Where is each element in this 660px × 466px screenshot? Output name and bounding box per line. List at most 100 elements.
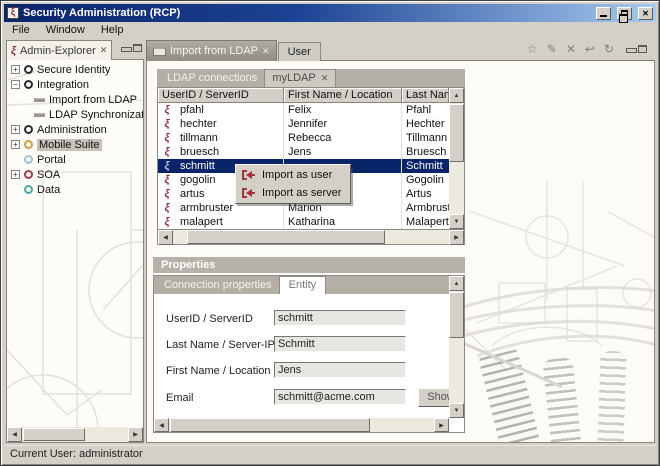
scroll-right-icon[interactable]: ▶ (434, 418, 449, 432)
table-row[interactable]: ξ hechter Jennifer Hechter (158, 117, 449, 131)
menu-import-as-server[interactable]: Import as server (237, 184, 349, 202)
tree-item-ldap-synchronization[interactable]: LDAP Synchronization (7, 107, 143, 122)
tree-item-soa[interactable]: + SOA (7, 167, 143, 182)
title-bar: ξ Security Administration (RCP) ✕ (4, 4, 656, 23)
scroll-down-icon[interactable]: ▼ (449, 403, 464, 418)
module-icon (24, 155, 33, 164)
expand-icon[interactable]: + (11, 170, 20, 179)
import-user-icon (242, 170, 256, 180)
table-row[interactable]: ξ tillmann Rebecca Tillmann (158, 131, 449, 145)
userid-field[interactable] (274, 310, 406, 326)
pin-icon[interactable]: ✎ (547, 42, 557, 56)
app-window: ξ Security Administration (RCP) ✕ File W… (0, 0, 660, 466)
scroll-left-icon[interactable]: ◀ (7, 427, 22, 442)
properties-title: Properties (153, 257, 465, 273)
maximize-view-icon[interactable] (133, 43, 142, 52)
lastname-field[interactable] (274, 336, 406, 352)
lastname-label: Last Name / Server-IP (166, 339, 275, 351)
close-window-icon[interactable]: ✕ (638, 6, 653, 20)
table-header: UserID / ServerID First Name / Location … (158, 88, 449, 103)
table-horizontal-scrollbar[interactable]: ◀ ▶ (157, 230, 465, 245)
import-icon[interactable]: ↩ (585, 42, 595, 56)
editor-toolbar: ☆ ✎ ✕ ↩ ↻ (520, 40, 655, 61)
tab-import-from-ldap[interactable]: Import from LDAP ✕ (146, 40, 277, 61)
refresh-icon[interactable]: ↻ (604, 42, 614, 56)
menu-window[interactable]: Window (38, 23, 93, 38)
tree-item-data[interactable]: Data (7, 182, 143, 197)
module-icon (24, 80, 33, 89)
delete-icon[interactable]: ✕ (566, 42, 576, 56)
email-field[interactable] (274, 389, 406, 405)
menu-file[interactable]: File (4, 23, 38, 38)
column-userid[interactable]: UserID / ServerID (158, 88, 284, 103)
module-icon (24, 185, 33, 194)
tab-admin-explorer[interactable]: ξ Admin-Explorer ✕ (6, 40, 113, 60)
userid-label: UserID / ServerID (166, 313, 253, 325)
editor-icon (153, 46, 166, 56)
import-server-icon (242, 188, 256, 198)
properties-panel: Connection properties Entity UserID / Se… (153, 275, 465, 433)
scroll-up-icon[interactable]: ▲ (449, 88, 464, 103)
collapse-icon[interactable]: − (11, 80, 20, 89)
favorites-icon[interactable]: ☆ (527, 42, 538, 56)
scroll-up-icon[interactable]: ▲ (449, 276, 464, 291)
scroll-right-icon[interactable]: ▶ (128, 427, 143, 442)
tab-connection-properties[interactable]: Connection properties (157, 277, 279, 294)
close-view-icon[interactable]: ✕ (100, 45, 108, 56)
tab-admin-explorer-label: Admin-Explorer (19, 44, 96, 57)
table-vertical-scrollbar[interactable]: ▲ ▼ (449, 88, 464, 229)
firstname-field[interactable] (274, 362, 406, 378)
user-icon: ξ (164, 132, 170, 144)
scroll-left-icon[interactable]: ◀ (154, 418, 169, 432)
properties-horizontal-scrollbar[interactable]: ◀ ▶ (154, 418, 449, 432)
minimize-window-icon[interactable] (596, 6, 611, 20)
minimize-view-icon[interactable] (121, 44, 132, 52)
close-myldap-icon[interactable]: ✕ (321, 73, 329, 84)
table-row[interactable]: ξ malapert Katharina Malapert (158, 215, 449, 229)
explorer-horizontal-scrollbar[interactable]: ◀ ▶ (7, 427, 143, 442)
user-icon: ξ (164, 146, 170, 158)
table-row[interactable]: ξ bruesch Jens Bruesch (158, 145, 449, 159)
user-icon: ξ (164, 202, 170, 214)
tab-user[interactable]: User (277, 42, 321, 61)
expand-icon[interactable]: + (11, 125, 20, 134)
tree-item-integration[interactable]: − Integration (7, 77, 143, 92)
ldap-user-table: UserID / ServerID First Name / Location … (157, 87, 465, 230)
column-lastname[interactable]: Last Name (402, 88, 449, 103)
email-label: Email (166, 392, 194, 404)
restore-window-icon[interactable] (617, 6, 632, 23)
admin-explorer-tree: + Secure Identity − Integration Import f… (7, 62, 143, 197)
table-row[interactable]: ξ pfahl Felix Pfahl (158, 103, 449, 117)
user-icon: ξ (164, 160, 170, 172)
user-icon: ξ (164, 174, 170, 186)
workspace: ξ Admin-Explorer ✕ + Secure Identity − I… (4, 39, 656, 445)
tree-item-mobile-suite[interactable]: + Mobile Suite (7, 137, 143, 152)
scroll-right-icon[interactable]: ▶ (449, 230, 464, 245)
tree-item-administration[interactable]: + Administration (7, 122, 143, 137)
menu-help[interactable]: Help (93, 23, 132, 38)
window-title: Security Administration (RCP) (23, 7, 181, 19)
firstname-label: First Name / Location (166, 365, 271, 377)
close-editor-icon[interactable]: ✕ (262, 46, 270, 57)
scroll-left-icon[interactable]: ◀ (158, 230, 173, 245)
menu-import-as-user[interactable]: Import as user (237, 166, 349, 184)
properties-vertical-scrollbar[interactable]: ▲ ▼ (449, 276, 464, 418)
module-icon (24, 170, 33, 179)
column-firstname[interactable]: First Name / Location (284, 88, 402, 103)
expand-icon[interactable]: + (11, 140, 20, 149)
expand-icon[interactable]: + (11, 65, 20, 74)
admin-explorer-header: ξ Admin-Explorer ✕ (6, 40, 144, 60)
ldap-folder-tabs: LDAP connections myLDAP ✕ (157, 69, 465, 87)
tab-myldap[interactable]: myLDAP ✕ (264, 69, 337, 87)
minimize-editor-icon[interactable] (626, 45, 637, 53)
scroll-down-icon[interactable]: ▼ (449, 214, 464, 229)
tab-entity[interactable]: Entity (278, 276, 327, 294)
action-icon (34, 97, 45, 102)
tree-item-portal[interactable]: Portal (7, 152, 143, 167)
tree-item-secure-identity[interactable]: + Secure Identity (7, 62, 143, 77)
tab-ldap-connections[interactable]: LDAP connections (160, 70, 264, 87)
tree-item-import-from-ldap[interactable]: Import from LDAP (7, 92, 143, 107)
ldap-connections-group: LDAP connections myLDAP ✕ UserID / Serve… (157, 69, 465, 245)
maximize-editor-icon[interactable] (638, 45, 647, 53)
user-icon: ξ (164, 216, 170, 228)
